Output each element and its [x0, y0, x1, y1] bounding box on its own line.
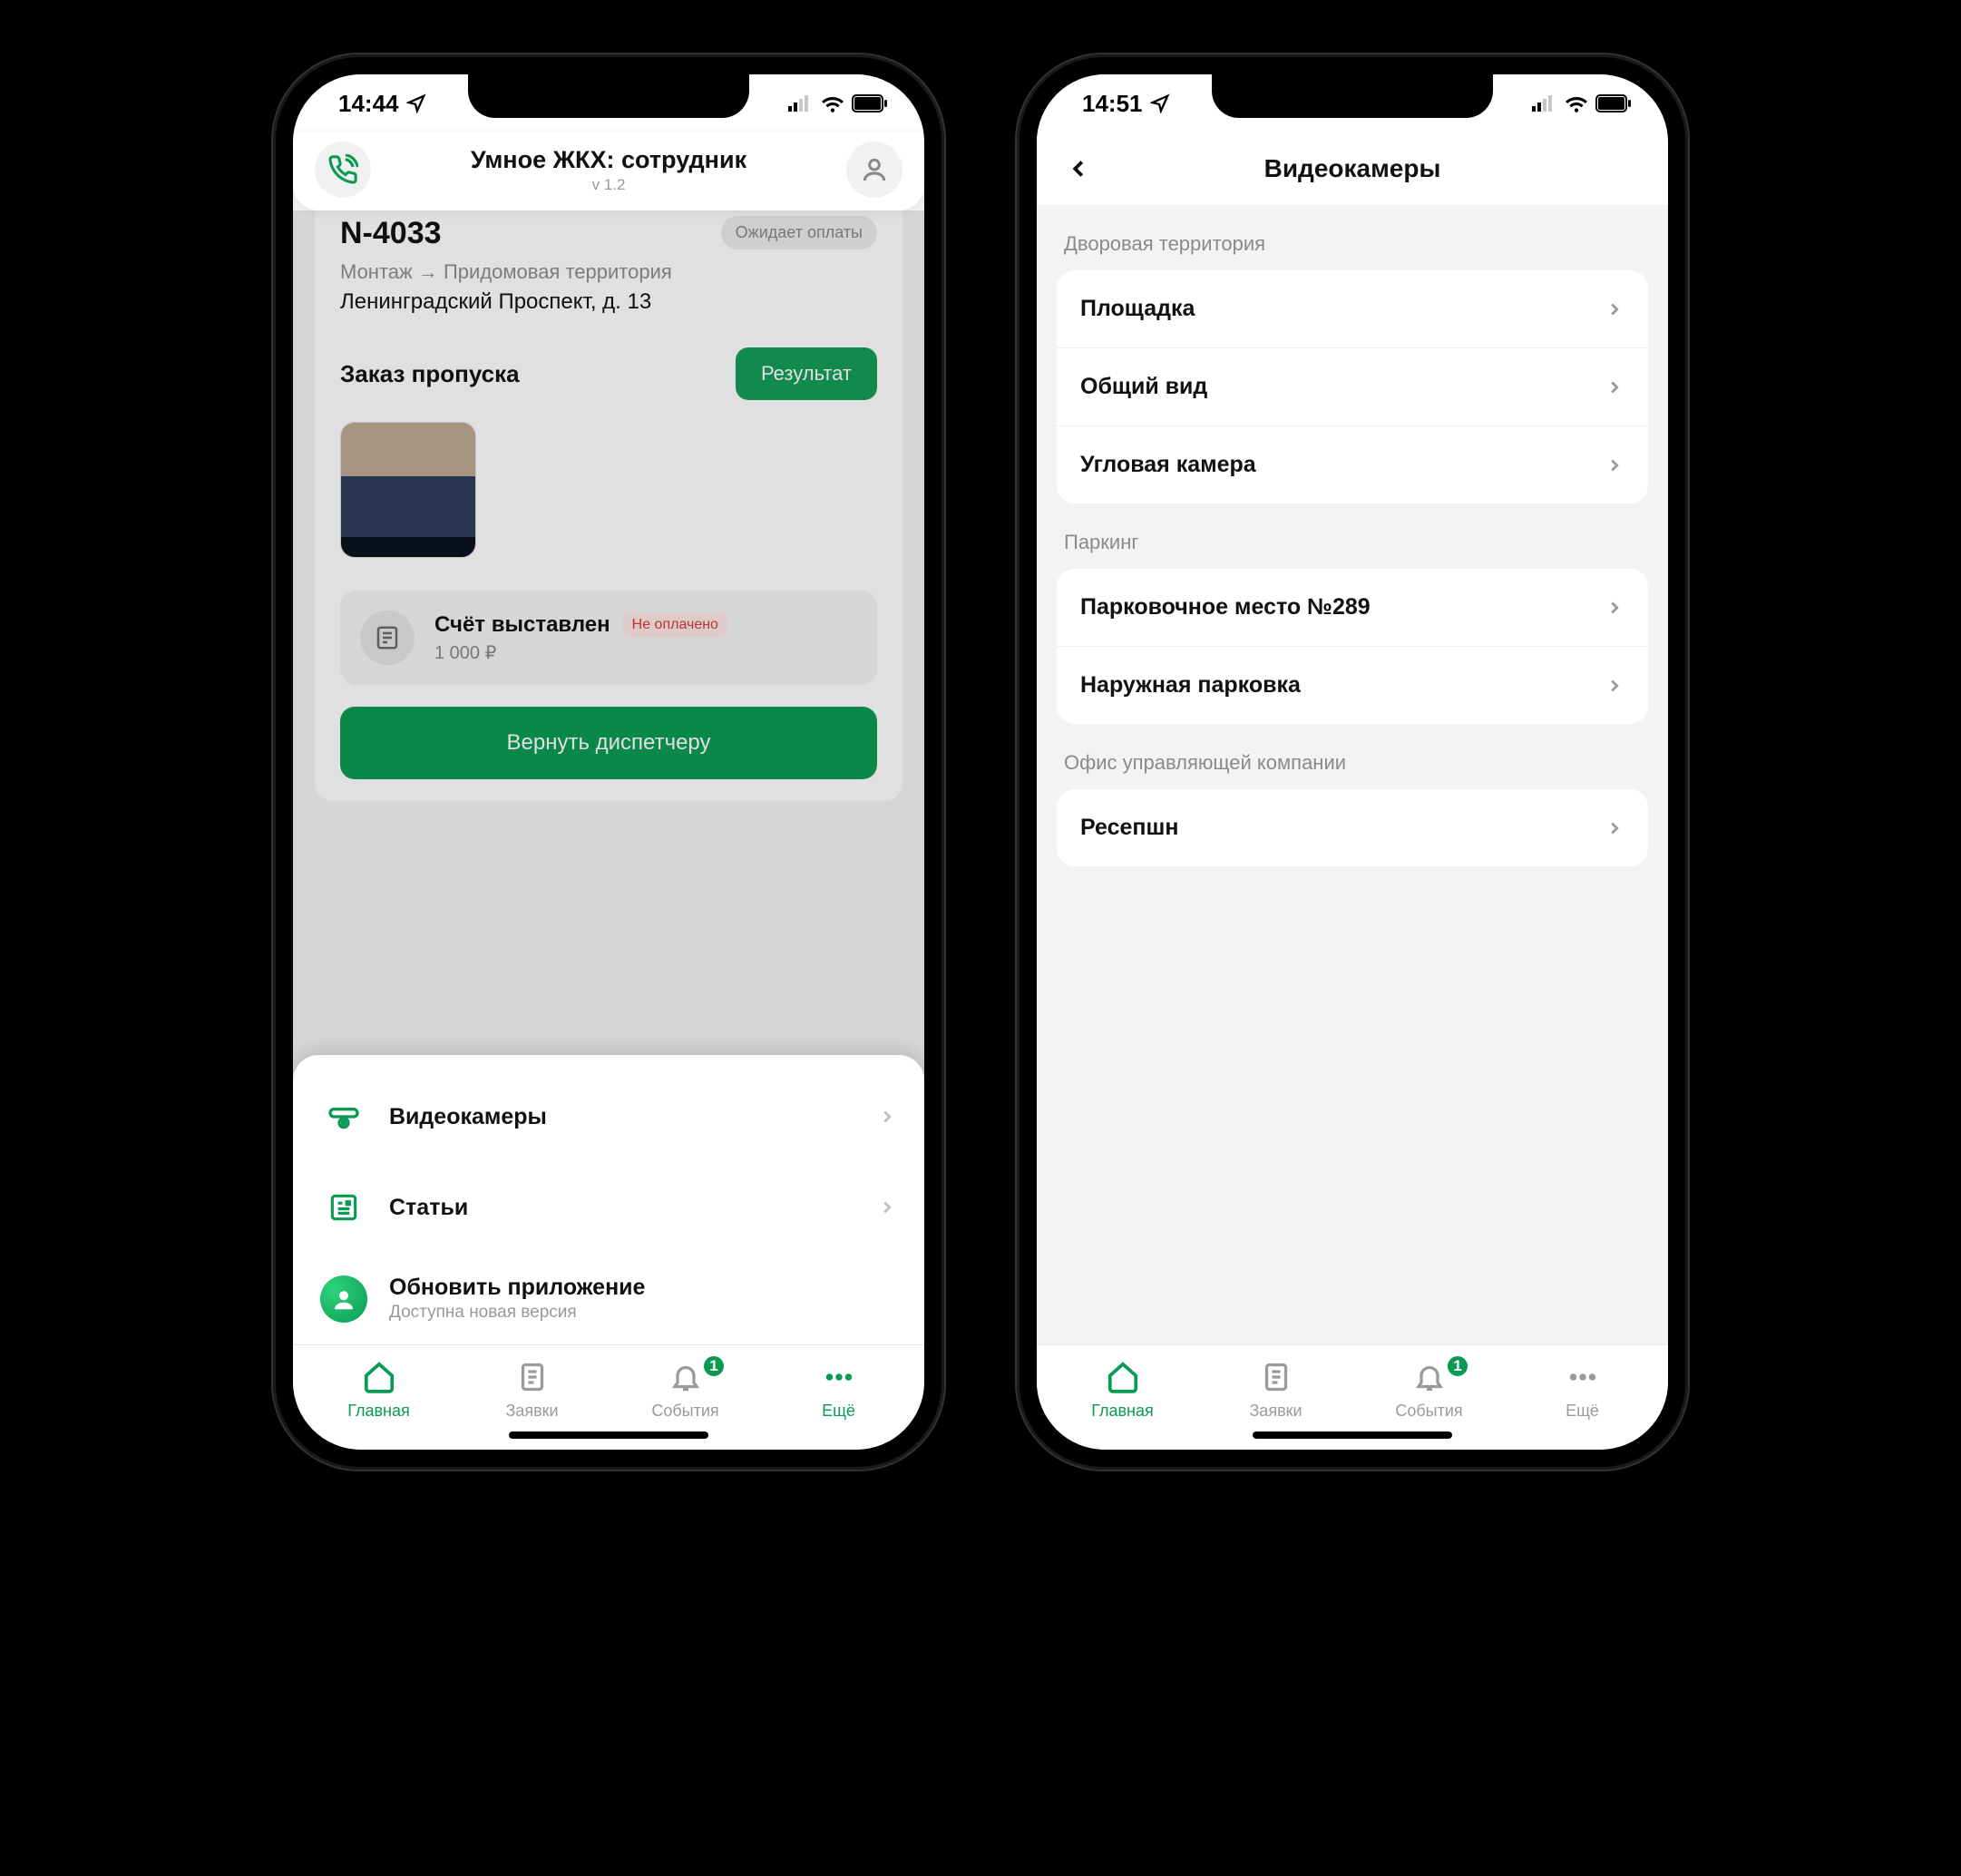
signal-icon [1532, 95, 1557, 112]
page-header: Видеокамеры [1037, 132, 1668, 205]
notch [1212, 74, 1493, 118]
chevron-right-icon [1605, 455, 1624, 475]
chevron-right-icon [1605, 818, 1624, 838]
requests-icon [1260, 1361, 1293, 1393]
sheet-item-update[interactable]: Обновить приложение Доступна новая верси… [293, 1253, 924, 1344]
requests-icon [516, 1361, 549, 1393]
sheet-item-articles[interactable]: Статьи [293, 1162, 924, 1253]
location-icon [1150, 93, 1170, 113]
wifi-icon [821, 94, 844, 112]
wifi-icon [1565, 94, 1588, 112]
invoice-title: Счёт выставлен [434, 612, 610, 638]
sheet-item-sublabel: Доступна новая версия [389, 1303, 897, 1323]
invoice-amount: 1 000 ₽ [434, 641, 857, 664]
home-icon [1106, 1360, 1140, 1394]
chevron-right-icon [1605, 377, 1624, 397]
home-icon [362, 1360, 396, 1394]
unpaid-badge: Не оплачено [623, 613, 727, 637]
section-label: Дворовая территория [1037, 205, 1668, 270]
phone-frame-2: 14:51 Видеокамеры Дворовая территория Пл… [1017, 54, 1688, 1470]
header-title-block: Умное ЖКХ: сотрудник v 1.2 [371, 146, 846, 194]
phone-screen-1: 14:44 Умное ЖКХ: сотрудник v 1.2 [293, 74, 924, 1450]
status-chip: Ожидает оплаты [721, 216, 877, 249]
tab-events[interactable]: 1 События [609, 1358, 762, 1421]
list-item[interactable]: Наружная парковка [1057, 646, 1648, 724]
list-item[interactable]: Угловая камера [1057, 425, 1648, 503]
tab-events[interactable]: 1 События [1352, 1358, 1506, 1421]
invoice-icon-wrap [360, 611, 415, 665]
phone-call-icon [327, 154, 358, 185]
sheet-item-cameras[interactable]: Видеокамеры [293, 1071, 924, 1162]
status-time: 14:44 [338, 90, 399, 118]
signal-icon [788, 95, 814, 112]
content-area: N-4033 Ожидает оплаты Монтаж → Придомова… [293, 210, 924, 1344]
chevron-left-icon [1065, 155, 1092, 182]
battery-icon [1595, 94, 1632, 112]
status-time: 14:51 [1082, 90, 1143, 118]
chevron-right-icon [1605, 676, 1624, 696]
tab-more[interactable]: Ещё [762, 1358, 915, 1421]
more-icon [823, 1361, 855, 1393]
chevron-right-icon [1605, 598, 1624, 618]
page-title: Видеокамеры [1098, 154, 1606, 183]
tab-home[interactable]: Главная [302, 1358, 455, 1421]
section-label: Офис управляющей компании [1037, 724, 1668, 789]
tab-home[interactable]: Главная [1046, 1358, 1199, 1421]
notch [468, 74, 749, 118]
list-item[interactable]: Парковочное место №289 [1057, 569, 1648, 646]
invoice-block[interactable]: Счёт выставлен Не оплачено 1 000 ₽ [340, 591, 877, 685]
list-group-office: Ресепшн [1057, 789, 1648, 866]
phone-screen-2: 14:51 Видеокамеры Дворовая территория Пл… [1037, 74, 1668, 1450]
chevron-right-icon [877, 1107, 897, 1127]
article-icon [320, 1184, 367, 1231]
content-area: Дворовая территория Площадка Общий вид У… [1037, 205, 1668, 1344]
tab-requests[interactable]: Заявки [455, 1358, 609, 1421]
list-group-parking: Парковочное место №289 Наружная парковка [1057, 569, 1648, 724]
call-button[interactable] [315, 142, 371, 198]
receipt-icon [374, 624, 401, 651]
return-dispatcher-button[interactable]: Вернуть диспетчеру [340, 707, 877, 779]
camera-cctv-icon [320, 1093, 367, 1140]
sheet-item-label: Обновить приложение [389, 1275, 897, 1301]
request-card: N-4033 Ожидает оплаты Монтаж → Придомова… [315, 210, 902, 801]
result-button[interactable]: Результат [736, 347, 877, 400]
app-header: Умное ЖКХ: сотрудник v 1.2 [293, 132, 924, 210]
bell-icon [1413, 1361, 1446, 1393]
more-sheet: Видеокамеры Статьи Обновить приложение [293, 1055, 924, 1344]
app-title: Умное ЖКХ: сотрудник [371, 146, 846, 174]
list-item[interactable]: Общий вид [1057, 347, 1648, 425]
list-item[interactable]: Ресепшн [1057, 789, 1648, 866]
list-group-yard: Площадка Общий вид Угловая камера [1057, 270, 1648, 503]
location-icon [406, 93, 426, 113]
back-button[interactable] [1059, 149, 1098, 189]
app-version: v 1.2 [371, 176, 846, 194]
list-item[interactable]: Площадка [1057, 270, 1648, 347]
chevron-right-icon [877, 1197, 897, 1217]
address: Ленинградский Проспект, д. 13 [340, 289, 877, 315]
home-indicator[interactable] [509, 1431, 708, 1439]
sheet-item-label: Видеокамеры [389, 1104, 855, 1130]
section-label: Паркинг [1037, 503, 1668, 569]
update-avatar-icon [320, 1275, 367, 1323]
events-badge: 1 [1446, 1354, 1469, 1378]
events-badge: 1 [702, 1354, 726, 1378]
request-number: N-4033 [340, 216, 442, 251]
photo-thumbnail[interactable] [340, 422, 476, 558]
chevron-right-icon [1605, 299, 1624, 319]
battery-icon [852, 94, 888, 112]
more-icon [1566, 1361, 1599, 1393]
user-icon [860, 155, 889, 184]
sheet-item-label: Статьи [389, 1195, 855, 1221]
pass-label: Заказ пропуска [340, 360, 520, 388]
tab-more[interactable]: Ещё [1506, 1358, 1659, 1421]
phone-frame-1: 14:44 Умное ЖКХ: сотрудник v 1.2 [273, 54, 944, 1470]
bell-icon [669, 1361, 702, 1393]
tab-requests[interactable]: Заявки [1199, 1358, 1352, 1421]
home-indicator[interactable] [1253, 1431, 1452, 1439]
profile-button[interactable] [846, 142, 902, 198]
breadcrumb: Монтаж → Придомовая территория [340, 260, 877, 284]
